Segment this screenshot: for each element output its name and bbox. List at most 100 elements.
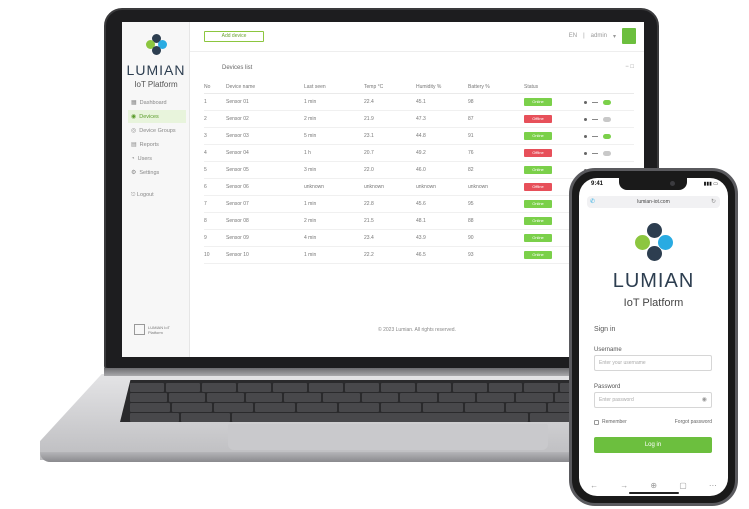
add-device-button[interactable]: Add device [204, 31, 264, 42]
back-icon[interactable]: ← [590, 481, 598, 490]
device-toggle[interactable] [603, 133, 611, 139]
password-field[interactable]: Enter password ◉ [594, 392, 712, 408]
humidity-cell: 48.1 [416, 218, 426, 224]
logout-link[interactable]: ⎋ Logout [131, 192, 154, 199]
table-header: No Device name Last seen Temp °C Humidit… [204, 80, 634, 94]
new-tab-icon[interactable]: ⊕ [650, 481, 657, 490]
remove-icon[interactable] [592, 152, 598, 154]
row-number: 9 [204, 235, 207, 241]
temperature-cell: 22.2 [364, 252, 374, 258]
battery-cell: 98 [468, 99, 474, 105]
checkbox-icon [594, 419, 599, 425]
device-name-cell: Sensor 10 [226, 252, 249, 258]
battery-cell: 91 [468, 133, 474, 139]
status-badge: Online [524, 132, 552, 140]
remove-icon[interactable] [592, 101, 598, 103]
phone-screen: 9:41 ▮▮▮ ▭ ✆ lumian-iot.com ↻ LUMIAN IoT… [579, 178, 728, 496]
device-toggle[interactable] [603, 116, 611, 122]
table-row[interactable]: 5 Sensor 05 3 min 22.0 46.0 82 Online [204, 162, 634, 179]
chevron-down-icon[interactable]: ▾ [613, 33, 616, 40]
tabs-icon[interactable]: ▢ [679, 481, 687, 490]
battery-cell: 87 [468, 116, 474, 122]
device-name-cell: Sensor 09 [226, 235, 249, 241]
humidity-cell: 45.6 [416, 201, 426, 207]
humidity-cell: 45.1 [416, 99, 426, 105]
menu-button[interactable] [622, 28, 636, 44]
status-badge: Online [524, 251, 552, 259]
device-toggle[interactable] [603, 150, 611, 156]
section-title: Devices list [222, 65, 253, 71]
phone-call-icon: ✆ [590, 199, 596, 205]
remove-icon[interactable] [592, 118, 598, 120]
forgot-password-link[interactable]: Forgot password [675, 419, 712, 425]
sidebar-item-users[interactable]: ◔ Users [128, 152, 186, 165]
temperature-cell: 22.0 [364, 167, 374, 173]
refresh-icon[interactable]: ↻ [711, 196, 716, 208]
username-field[interactable]: Enter your username [594, 355, 712, 371]
last-seen-cell: unknown [304, 184, 325, 190]
sidebar-item-device-groups[interactable]: ◎ Device Groups [128, 124, 186, 137]
last-seen-cell: 2 min [304, 116, 317, 122]
status-cell: Offline [524, 115, 584, 123]
row-number: 2 [204, 116, 207, 122]
status-badge: Online [524, 217, 552, 225]
info-icon[interactable] [584, 134, 587, 138]
username-label: Username [594, 347, 622, 353]
remove-icon[interactable] [592, 135, 598, 137]
phone-time: 9:41 [591, 181, 604, 187]
last-seen-cell: 4 min [304, 235, 317, 241]
info-icon[interactable] [584, 100, 587, 104]
home-indicator [629, 492, 679, 494]
remember-checkbox[interactable]: Remember [594, 419, 627, 425]
phone-logo-icon [635, 223, 673, 261]
table-row[interactable]: 4 Sensor 04 1 h 20.7 49.2 76 Offline [204, 145, 634, 162]
battery-cell: 95 [468, 201, 474, 207]
sidebar-nav: ▦ Dashboard ◉ Devices ◎ Device Groups ▤ Repo… [128, 96, 186, 180]
status-cell: Online [524, 98, 584, 106]
row-number: 7 [204, 201, 207, 207]
forward-icon[interactable]: → [620, 481, 628, 490]
sidebar-footer: LUMIAN IoT Platform [134, 324, 178, 335]
row-number: 10 [204, 252, 210, 258]
table-row[interactable]: 3 Sensor 03 5 min 23.1 44.8 91 Online [204, 128, 634, 145]
login-button[interactable]: Log in [594, 437, 712, 453]
sidebar-item-devices[interactable]: ◉ Devices [128, 110, 186, 123]
signal-battery-icon: ▮▮▮ ▭ [703, 181, 718, 187]
humidity-cell: 43.9 [416, 235, 426, 241]
table-row[interactable]: 2 Sensor 02 2 min 21.9 47.3 87 Offline [204, 111, 634, 128]
info-icon[interactable] [584, 117, 587, 121]
info-icon[interactable] [584, 151, 587, 155]
device-name-cell: Sensor 03 [226, 133, 249, 139]
status-badge: Offline [524, 183, 552, 191]
temperature-cell: 23.4 [364, 235, 374, 241]
last-seen-cell: 1 h [304, 150, 311, 156]
device-name-cell: Sensor 08 [226, 218, 249, 224]
more-icon[interactable]: ⋯ [709, 481, 717, 490]
topbar: Add device EN | admin ▾ [190, 22, 644, 52]
language-selector[interactable]: EN [569, 33, 577, 39]
device-toggle[interactable] [603, 99, 611, 105]
user-menu[interactable]: admin [591, 33, 607, 39]
battery-cell: 90 [468, 235, 474, 241]
row-number: 3 [204, 133, 207, 139]
brand-name: LUMIAN [126, 62, 186, 78]
last-seen-cell: 5 min [304, 133, 317, 139]
device-name-cell: Sensor 01 [226, 99, 249, 105]
row-number: 4 [204, 150, 207, 156]
row-number: 5 [204, 167, 207, 173]
eye-icon[interactable]: ◉ [702, 393, 707, 407]
laptop-keyboard [120, 380, 640, 422]
laptop-touchpad [228, 424, 548, 450]
sidebar-item-dashboard[interactable]: ▦ Dashboard [128, 96, 186, 109]
device-name-cell: Sensor 04 [226, 150, 249, 156]
sidebar-item-settings[interactable]: ⚙ Settings [128, 166, 186, 179]
sidebar: LUMIAN IoT Platform ▦ Dashboard ◉ Devices … [122, 22, 190, 357]
section-tools[interactable]: − □ [625, 64, 634, 70]
battery-cell: 88 [468, 218, 474, 224]
sidebar-item-reports[interactable]: ▤ Reports [128, 138, 186, 151]
last-seen-cell: 1 min [304, 99, 317, 105]
sign-in-heading: Sign in [594, 326, 616, 333]
table-row[interactable]: 1 Sensor 01 1 min 22.4 45.1 98 Online [204, 94, 634, 111]
browser-url-bar[interactable]: ✆ lumian-iot.com ↻ [587, 196, 720, 208]
chart-icon: ▤ [131, 142, 137, 148]
